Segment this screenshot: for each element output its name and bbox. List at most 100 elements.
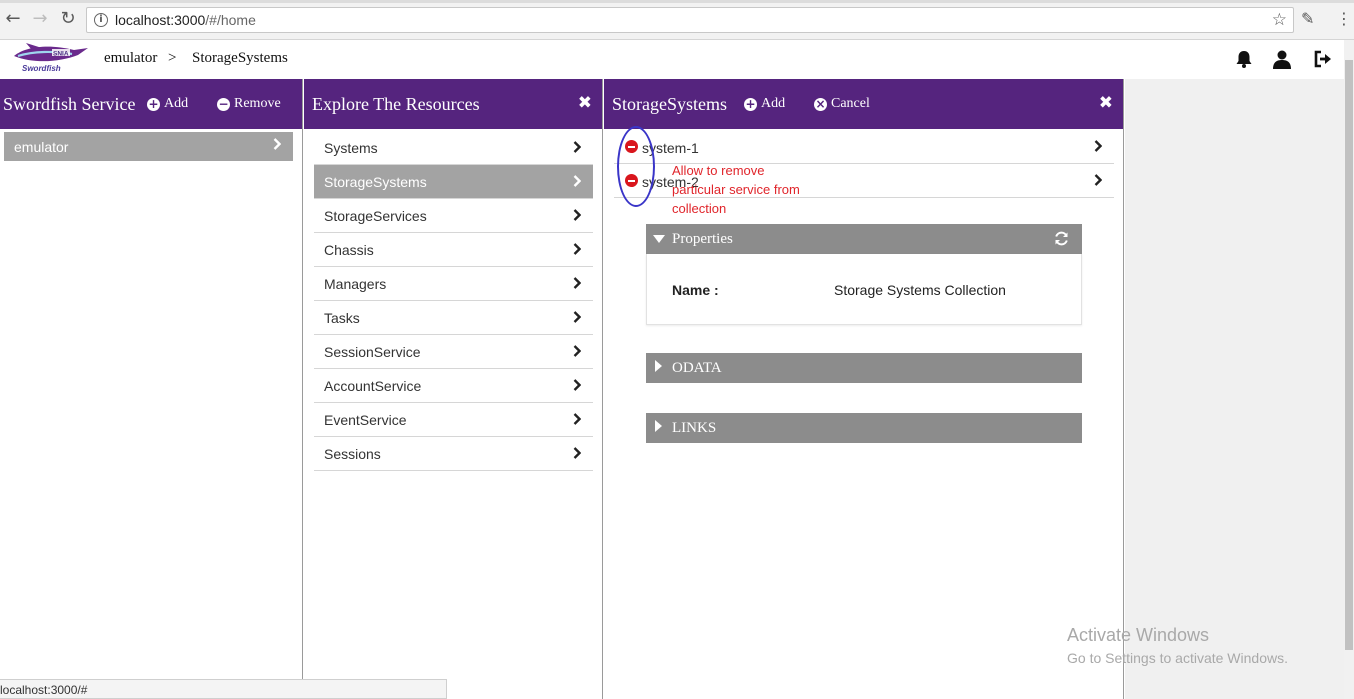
- info-icon[interactable]: i: [94, 13, 108, 27]
- resource-item-label: Systems: [324, 140, 378, 156]
- url-host: localhost:3000: [115, 12, 206, 28]
- storage-systems-title: StorageSystems: [612, 94, 727, 114]
- chevron-right-icon: [573, 413, 581, 425]
- add-service-button[interactable]: + Add: [147, 96, 188, 112]
- breadcrumb-separator: >: [168, 50, 177, 66]
- resource-item-storagesystems[interactable]: StorageSystems: [314, 165, 593, 199]
- remove-service-button[interactable]: − Remove: [217, 96, 281, 112]
- resource-item-label: Tasks: [324, 310, 360, 326]
- caret-right-icon: [655, 360, 662, 372]
- property-name-value: Storage Systems Collection: [834, 282, 1006, 298]
- resource-item-storageservices[interactable]: StorageServices: [314, 199, 593, 233]
- status-bar-url: localhost:3000/#: [0, 679, 447, 699]
- chevron-right-icon: [1094, 174, 1102, 186]
- resource-list: Systems StorageSystems StorageServices C…: [314, 131, 593, 471]
- bell-icon[interactable]: [1233, 48, 1255, 70]
- resource-item-label: SessionService: [324, 344, 421, 360]
- forward-arrow-icon[interactable]: →: [30, 9, 50, 29]
- browser-toolbar: ← → ↻ i localhost:3000/#/home ☆ ✎ ⋮: [0, 0, 1354, 40]
- resource-item-accountservice[interactable]: AccountService: [314, 369, 593, 403]
- annotation-text: Allow to remove particular service from …: [672, 163, 800, 216]
- caret-down-icon: [653, 235, 665, 243]
- breadcrumb-storage-systems[interactable]: StorageSystems: [192, 50, 288, 67]
- resource-item-sessions[interactable]: Sessions: [314, 437, 593, 471]
- links-title: LINKS: [672, 420, 717, 436]
- service-panel-header: Swordfish Service + Add − Remove: [0, 79, 302, 129]
- cancel-circle-icon: ×: [814, 96, 827, 111]
- storage-systems-header: StorageSystems + Add × Cancel ✖: [604, 79, 1123, 129]
- service-item-label: emulator: [14, 139, 69, 155]
- remove-service-label: Remove: [234, 96, 281, 111]
- swordfish-logo: SNIA Swordfish: [14, 43, 88, 73]
- resource-item-eventservice[interactable]: EventService: [314, 403, 593, 437]
- resource-item-label: StorageServices: [324, 208, 427, 224]
- cancel-label: Cancel: [831, 96, 870, 111]
- address-bar[interactable]: i localhost:3000/#/home ☆: [86, 7, 1294, 33]
- cancel-button[interactable]: × Cancel: [814, 96, 870, 112]
- add-system-label: Add: [761, 96, 786, 111]
- chevron-right-icon: [573, 243, 581, 255]
- close-explore-panel-icon[interactable]: ✖: [578, 93, 592, 113]
- property-name-label: Name :: [672, 282, 719, 298]
- resource-item-chassis[interactable]: Chassis: [314, 233, 593, 267]
- resource-item-label: Chassis: [324, 242, 374, 258]
- chevron-right-icon: [573, 209, 581, 221]
- properties-header[interactable]: Properties: [646, 224, 1082, 254]
- properties-accordion: Properties Name : Storage Systems Collec…: [646, 224, 1082, 325]
- explore-panel-title: Explore The Resources: [312, 94, 480, 114]
- odata-title: ODATA: [672, 360, 722, 376]
- back-arrow-icon[interactable]: ←: [3, 9, 23, 29]
- breadcrumb-emulator[interactable]: emulator: [104, 50, 157, 67]
- chevron-right-icon: [573, 379, 581, 391]
- chevron-right-icon: [273, 138, 281, 150]
- address-url[interactable]: localhost:3000/#/home: [115, 12, 256, 28]
- logout-icon[interactable]: [1312, 48, 1334, 70]
- plus-circle-icon: +: [744, 96, 757, 111]
- empty-workspace: [1125, 79, 1344, 699]
- chevron-right-icon: [573, 277, 581, 289]
- chevron-right-icon: [573, 141, 581, 153]
- service-item-emulator[interactable]: emulator: [4, 132, 293, 161]
- logo-snia-text: SNIA: [53, 51, 69, 58]
- chevron-right-icon: [573, 311, 581, 323]
- resource-item-tasks[interactable]: Tasks: [314, 301, 593, 335]
- bookmark-star-icon[interactable]: ☆: [1272, 10, 1287, 30]
- annotation-ellipse: [617, 126, 655, 207]
- resource-item-label: EventService: [324, 412, 407, 428]
- chevron-right-icon: [573, 345, 581, 357]
- scrollbar-thumb[interactable]: [1345, 60, 1353, 650]
- explore-panel: Explore The Resources ✖ Systems StorageS…: [304, 79, 603, 699]
- resource-item-label: Managers: [324, 276, 387, 292]
- resource-item-label: Sessions: [324, 446, 381, 462]
- refresh-icon[interactable]: [1053, 230, 1070, 247]
- eyedropper-extension-icon[interactable]: ✎: [1301, 9, 1314, 28]
- plus-circle-icon: +: [147, 96, 160, 111]
- add-service-label: Add: [164, 96, 189, 111]
- caret-right-icon: [655, 420, 662, 432]
- chevron-right-icon: [573, 175, 581, 187]
- system-item[interactable]: system-1: [614, 130, 1114, 164]
- odata-header[interactable]: ODATA: [646, 353, 1082, 383]
- service-panel: Swordfish Service + Add − Remove emulato…: [0, 79, 303, 699]
- close-storage-panel-icon[interactable]: ✖: [1099, 93, 1113, 113]
- reload-icon[interactable]: ↻: [58, 9, 78, 29]
- browser-menu-icon[interactable]: ⋮: [1336, 9, 1352, 28]
- service-panel-title: Swordfish Service: [3, 94, 136, 114]
- add-system-button[interactable]: + Add: [744, 96, 785, 112]
- resource-item-sessionservice[interactable]: SessionService: [314, 335, 593, 369]
- user-icon[interactable]: [1271, 48, 1293, 70]
- chevron-right-icon: [573, 447, 581, 459]
- minus-circle-icon: −: [217, 96, 230, 111]
- resource-item-label: StorageSystems: [324, 174, 427, 190]
- page-scrollbar[interactable]: [1344, 40, 1354, 699]
- tab-strip: [0, 0, 1354, 3]
- chevron-right-icon: [1094, 140, 1102, 152]
- resource-item-systems[interactable]: Systems: [314, 131, 593, 165]
- activate-windows-title: Activate Windows: [1067, 625, 1210, 645]
- resource-item-managers[interactable]: Managers: [314, 267, 593, 301]
- links-header[interactable]: LINKS: [646, 413, 1082, 443]
- odata-accordion: ODATA: [646, 353, 1082, 383]
- activate-windows-subtitle: Go to Settings to activate Windows.: [1067, 650, 1288, 666]
- properties-body: Name : Storage Systems Collection: [646, 254, 1082, 325]
- app-header: SNIA Swordfish emulator > StorageSystems: [0, 40, 1344, 79]
